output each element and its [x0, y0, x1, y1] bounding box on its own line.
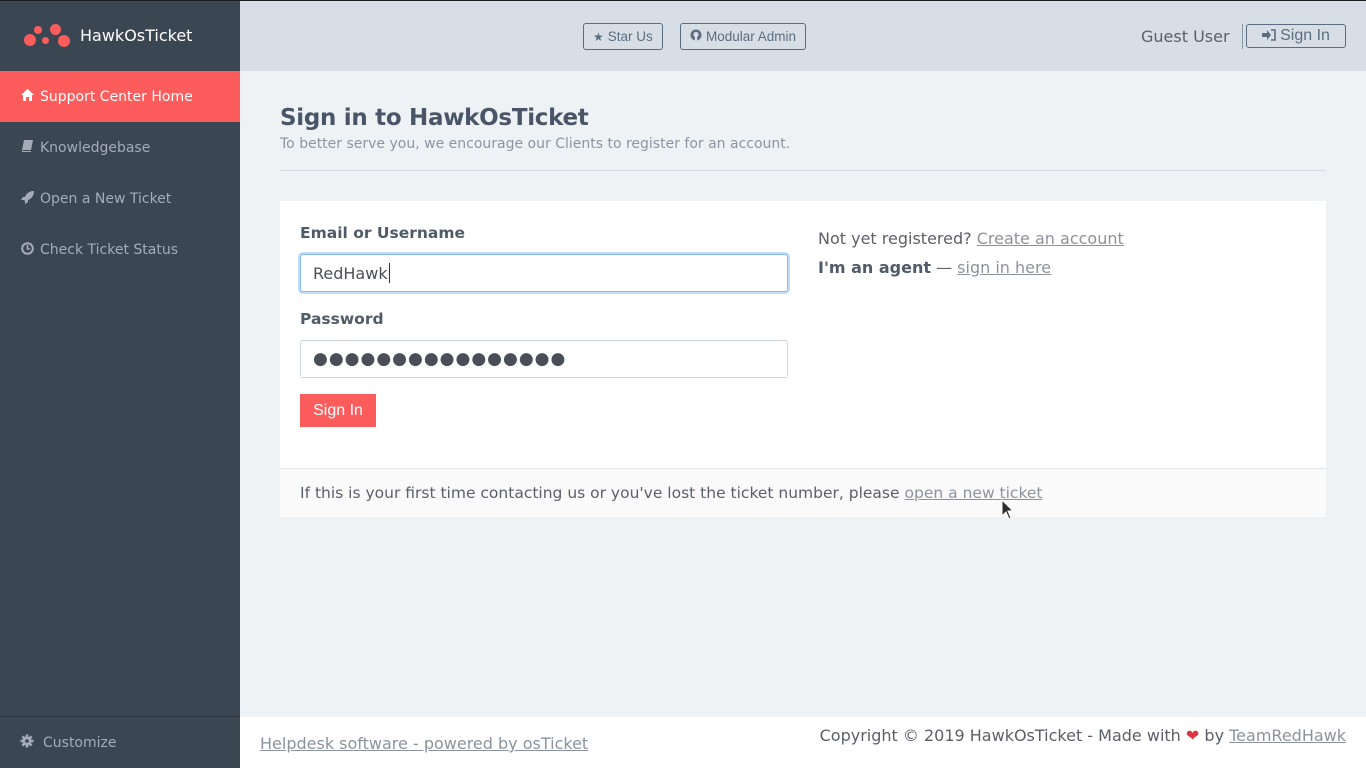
page-subtitle: To better serve you, we encourage our Cl… [280, 136, 791, 152]
copyright-text: Copyright © 2019 HawkOsTicket - Made wit… [819, 726, 1181, 745]
heart-icon: ❤ [1185, 726, 1200, 745]
book-icon [20, 140, 34, 155]
password-mask: ●●●●●●●●●●●●●●●● [313, 349, 567, 369]
agent-text: I'm an agent [818, 258, 931, 277]
star-us-button[interactable]: ★ Star Us [583, 23, 663, 50]
rocket-icon [20, 190, 34, 207]
sidebar-item-label: Knowledgebase [40, 139, 151, 156]
sign-in-button[interactable]: Sign In [300, 394, 376, 427]
new-ticket-notice: If this is your first time contacting us… [280, 468, 1326, 517]
modular-admin-button[interactable]: Modular Admin [680, 23, 807, 50]
password-label: Password [300, 310, 384, 328]
dots-logo-icon [24, 22, 70, 50]
sidebar-item-support-center-home[interactable]: Support Center Home [0, 71, 240, 122]
gear-icon [20, 734, 34, 751]
create-account-link[interactable]: Create an account [977, 229, 1124, 248]
guest-user-label: Guest User [1141, 27, 1230, 46]
powered-by-link[interactable]: Helpdesk software - powered by osTicket [260, 734, 588, 753]
password-input[interactable]: ●●●●●●●●●●●●●●●● [300, 340, 788, 378]
sign-in-icon [1262, 28, 1276, 44]
notice-text: If this is your first time contacting us… [300, 484, 900, 502]
copyright-by: by [1204, 726, 1225, 745]
sidebar-item-label: Open a New Ticket [40, 190, 172, 207]
agent-sign-in-link[interactable]: sign in here [957, 258, 1051, 277]
sidebar: HawkOsTicket Support Center Home Knowled… [0, 0, 240, 768]
login-card: Email or Username RedHawk Password ●●●●●… [280, 201, 1326, 517]
star-us-label: Star Us [607, 29, 653, 44]
star-icon: ★ [593, 29, 604, 44]
clock-icon [20, 241, 34, 258]
page-title: Sign in to HawkOsTicket [280, 105, 589, 131]
window-top-edge [0, 0, 1366, 1]
sidebar-item-check-ticket-status[interactable]: Check Ticket Status [0, 224, 240, 275]
copyright: Copyright © 2019 HawkOsTicket - Made wit… [820, 726, 1346, 745]
top-header: ★ Star Us Modular Admin Guest User Sign … [240, 0, 1366, 71]
sidebar-item-label: Check Ticket Status [40, 241, 178, 258]
brand-name: HawkOsTicket [80, 26, 193, 45]
sidebar-item-knowledgebase[interactable]: Knowledgebase [0, 122, 240, 173]
username-input[interactable]: RedHawk [300, 254, 788, 292]
sidebar-item-label: Support Center Home [40, 88, 193, 105]
header-sign-in-label: Sign In [1280, 27, 1330, 44]
customize-button[interactable]: Customize [0, 716, 240, 768]
github-icon [690, 29, 702, 44]
agent-dash: — [931, 258, 958, 277]
home-icon [20, 89, 34, 104]
brand[interactable]: HawkOsTicket [0, 0, 240, 71]
register-info: Not yet registered? Create an account I'… [818, 224, 1124, 282]
customize-label: Customize [43, 734, 117, 751]
register-prompt: Not yet registered? [818, 229, 972, 248]
team-link[interactable]: TeamRedHawk [1229, 726, 1346, 745]
username-value: RedHawk [313, 263, 388, 283]
header-divider [1242, 24, 1243, 49]
username-label: Email or Username [300, 224, 466, 242]
header-sign-in-button[interactable]: Sign In [1246, 24, 1346, 48]
open-new-ticket-link[interactable]: open a new ticket [905, 484, 1043, 502]
modular-admin-label: Modular Admin [706, 29, 797, 44]
text-caret [388, 263, 390, 283]
sidebar-item-open-new-ticket[interactable]: Open a New Ticket [0, 173, 240, 224]
divider [280, 170, 1326, 171]
footer: Helpdesk software - powered by osTicket … [240, 717, 1366, 768]
